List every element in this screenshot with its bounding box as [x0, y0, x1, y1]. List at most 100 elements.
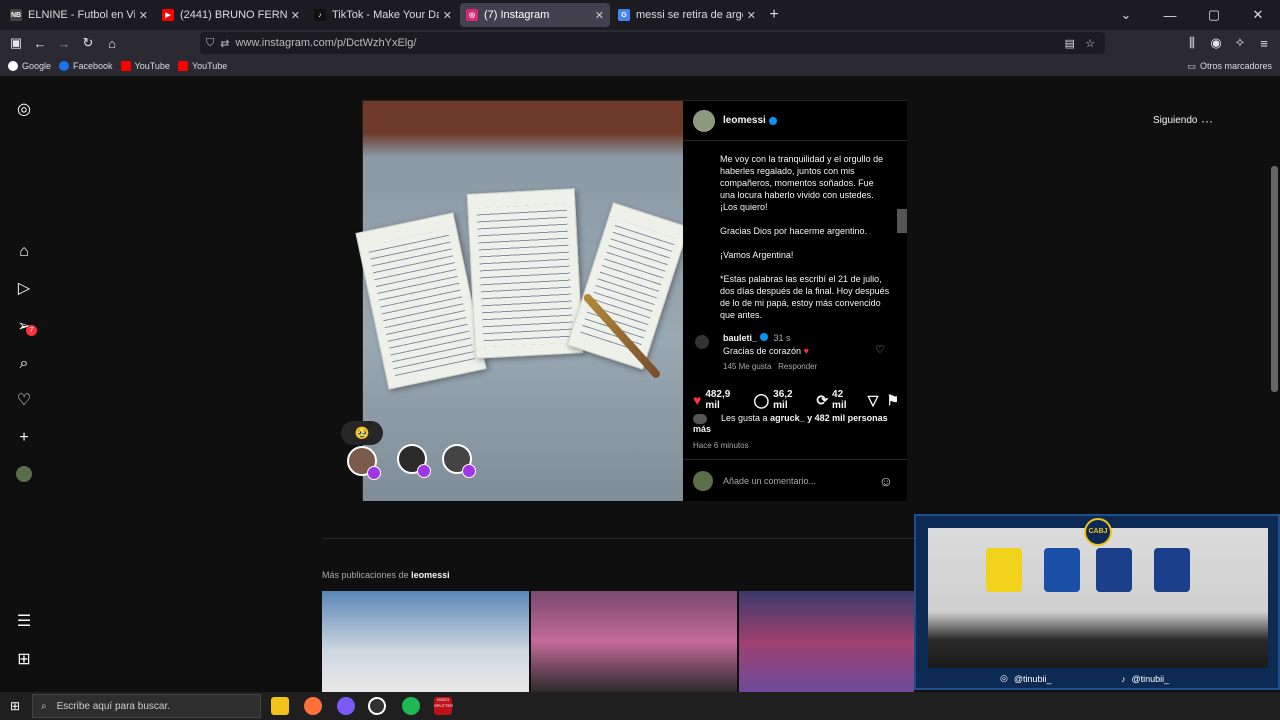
like-heart-icon[interactable]: ♥ [693, 392, 701, 408]
notifications-heart-icon[interactable]: ♡ [14, 391, 34, 411]
caption-scrollbar[interactable] [897, 209, 907, 233]
taskbar-search[interactable]: ⌕ Escribe aquí para buscar. [32, 694, 261, 718]
save-bookmark-icon[interactable]: ⚑ [886, 392, 899, 409]
post-photo[interactable]: 🥹 [341, 101, 690, 501]
add-comment-input[interactable]: Añade un comentario... [723, 476, 816, 486]
bookmark-star-icon[interactable]: ☆ [1085, 37, 1095, 50]
more-post-thumbnail[interactable] [739, 591, 914, 692]
comment-like-icon[interactable]: ♡ [875, 343, 885, 356]
likes-count[interactable]: 482,9 mil [705, 389, 743, 411]
sidebar-toggle-icon[interactable]: ▣ [4, 35, 28, 51]
instagram-handle: ◎ @tinubii_ [1000, 673, 1052, 684]
home-icon[interactable]: ⌂ [14, 242, 34, 262]
shares-count[interactable]: 42 mil [832, 389, 858, 411]
account-icon[interactable]: ◉ [1204, 35, 1228, 51]
post-time: Hace 6 minutos [693, 441, 749, 450]
browser-tab[interactable]: NB ELNINE - Futbol en Vivo ✕ [4, 3, 154, 27]
new-tab-button[interactable]: + [762, 6, 786, 24]
viewer-avatar-3[interactable] [442, 444, 476, 478]
comment-likes[interactable]: 145 Me gusta [723, 362, 771, 371]
browser-tab-bar: NB ELNINE - Futbol en Vivo ✕ ▶ (2441) BRUNO … [0, 0, 1280, 30]
comments-count[interactable]: 36,2 mil [773, 389, 806, 411]
bookmark-google[interactable]: Google [8, 61, 51, 71]
tab-list-icon[interactable]: ⌄ [1104, 7, 1148, 23]
video-splitter-icon[interactable]: VIDEO SPLITTER [434, 697, 453, 715]
shield-icon[interactable]: ⛉ [206, 37, 214, 50]
author-avatar[interactable] [693, 109, 715, 132]
library-icon[interactable]: ⫼ [1180, 35, 1204, 51]
profile-avatar[interactable] [14, 466, 34, 486]
viewer-avatar-1[interactable] [347, 446, 381, 480]
page-scrollbar-thumb[interactable] [1271, 166, 1278, 392]
more-menu-icon[interactable]: ☰ [14, 612, 34, 632]
bookmark-facebook[interactable]: Facebook [59, 61, 113, 71]
forward-button[interactable]: → [52, 36, 76, 51]
discord-icon[interactable] [337, 697, 355, 715]
spotify-icon[interactable] [402, 697, 420, 715]
reply-button[interactable]: Responder [778, 362, 817, 371]
windows-start-icon[interactable]: ⊞ [10, 699, 20, 713]
reels-icon[interactable]: ▷ [14, 279, 34, 299]
close-tab-icon[interactable]: ✕ [291, 9, 300, 22]
letter-page-center [466, 188, 584, 359]
reader-view-icon[interactable]: ▤ [1065, 37, 1075, 50]
tab-title: (2441) BRUNO FERNANDES MA [180, 9, 287, 21]
following-button[interactable]: Siguiendo [1153, 115, 1197, 126]
jersey [1096, 548, 1132, 592]
create-icon[interactable]: + [14, 428, 34, 448]
emoji-reaction-bubble[interactable]: 🥹 [341, 421, 383, 445]
viewer-avatar-2[interactable] [397, 444, 431, 478]
browser-tab[interactable]: Gmessi se retira de argentina - B ✕ [612, 3, 762, 27]
menu-icon[interactable]: ≡ [1252, 36, 1276, 51]
minimize-button[interactable]: — [1148, 8, 1192, 23]
obs-icon[interactable] [368, 697, 386, 715]
repost-icon[interactable]: ⟳ [816, 392, 828, 409]
extensions-icon[interactable]: ✧ [1228, 35, 1252, 51]
bookmark-youtube[interactable]: YouTube [120, 61, 170, 71]
reload-button[interactable]: ↻ [76, 35, 100, 51]
close-tab-icon[interactable]: ✕ [443, 9, 452, 22]
close-tab-icon[interactable]: ✕ [595, 9, 604, 22]
browser-tab[interactable]: ♪ TikTok - Make Your Day ✕ [308, 3, 458, 27]
address-bar[interactable]: ⛉ ⇄ www.instagram.com/p/DctWzhYxElg/ ▤ ☆ [200, 32, 1105, 54]
close-tab-icon[interactable]: ✕ [747, 9, 756, 22]
other-bookmarks[interactable]: ▭ Otros marcadores [1187, 61, 1272, 72]
more-posts-user[interactable]: leomessi [411, 570, 450, 580]
add-comment-bar: Añade un comentario... ☺ [683, 459, 907, 501]
more-options-icon[interactable]: ··· [1201, 114, 1213, 128]
permissions-icon[interactable]: ⇄ [220, 37, 229, 50]
firefox-icon[interactable] [304, 697, 322, 715]
bookmark-youtube-2[interactable]: YouTube [177, 61, 227, 71]
commenter-username[interactable]: bauleti_ [723, 333, 757, 343]
threads-apps-icon[interactable]: ⊞ [14, 650, 34, 670]
caption-paragraph: ¡Vamos Argentina! [720, 250, 794, 260]
comment-icon[interactable]: ◯ [753, 392, 769, 409]
maximize-button[interactable]: ▢ [1192, 7, 1236, 23]
liked-by-user[interactable]: agruck_ [770, 413, 805, 423]
tab-favicon-icon: ♪ [314, 9, 326, 21]
browser-tab[interactable]: ◎ (7) Instagram ✕ [460, 3, 610, 27]
jersey [986, 548, 1022, 592]
back-button[interactable]: ← [28, 36, 52, 51]
close-tab-icon[interactable]: ✕ [139, 9, 148, 22]
browser-tab[interactable]: ▶ (2441) BRUNO FERNANDES MA ✕ [156, 3, 306, 27]
share-icon[interactable]: ▽ [868, 392, 879, 409]
messages-icon[interactable]: ➢ 7 [14, 317, 37, 337]
emoji-picker-icon[interactable]: ☺ [879, 473, 893, 489]
post-modal: 🥹 leomessi Siguiendo ··· Me voy con la t… [341, 100, 1213, 501]
instagram-logo-icon[interactable]: ◎ [14, 100, 34, 120]
tab-title: ELNINE - Futbol en Vivo [28, 9, 135, 21]
close-window-button[interactable]: ✕ [1236, 7, 1280, 23]
commenter-avatar[interactable] [695, 335, 709, 349]
author-username[interactable]: leomessi [723, 115, 766, 126]
caption-paragraph: *Estas palabras las escribí el 21 de jul… [720, 274, 890, 320]
home-button[interactable]: ⌂ [100, 36, 124, 51]
more-post-thumbnail[interactable] [531, 591, 737, 692]
search-icon[interactable]: ⌕ [14, 354, 34, 374]
webcam-feed [928, 528, 1268, 668]
more-post-thumbnail[interactable] [322, 591, 529, 692]
file-explorer-icon[interactable] [271, 697, 289, 715]
post-caption: Me voy con la tranquilidad y el orgullo … [720, 153, 890, 333]
divider [322, 538, 914, 539]
browser-nav-bar: ▣ ← → ↻ ⌂ ⛉ ⇄ www.instagram.com/p/DctWzh… [0, 30, 1280, 56]
